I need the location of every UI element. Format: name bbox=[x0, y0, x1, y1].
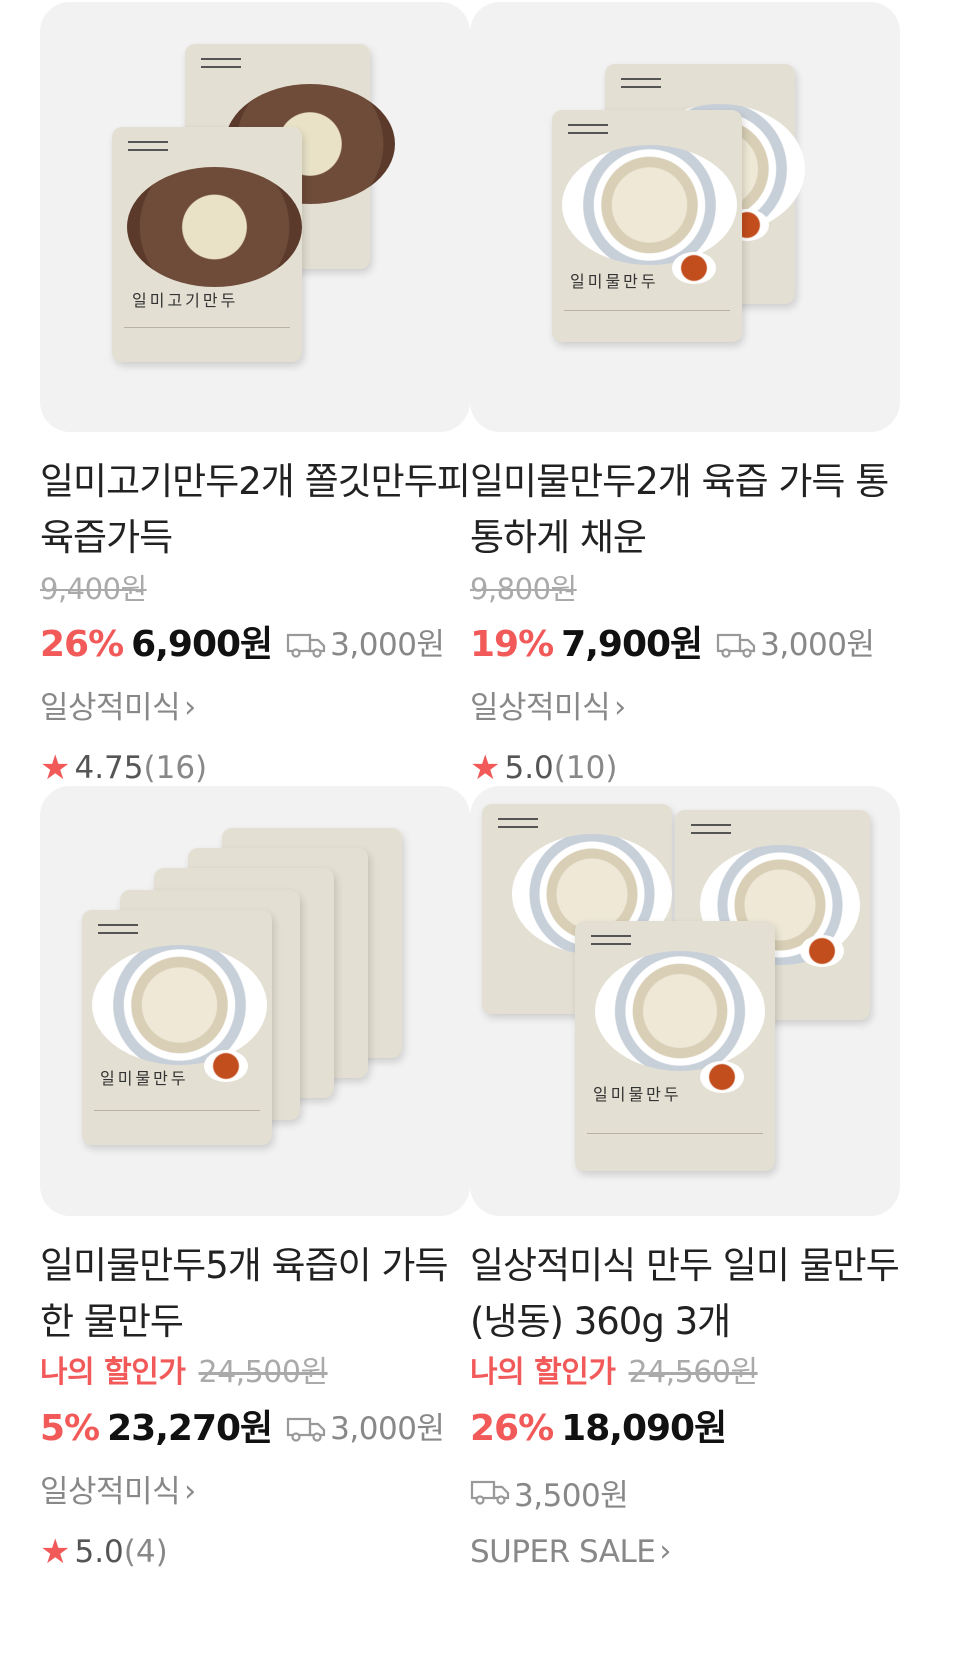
seller-name: 일상적미식 bbox=[40, 690, 181, 726]
product-image[interactable]: 일미물만두 bbox=[40, 786, 470, 1216]
review-count: (10) bbox=[553, 750, 618, 786]
price-row: 26% 18,090원 bbox=[470, 1396, 900, 1462]
seller-link[interactable]: 일상적미식 › bbox=[40, 678, 470, 738]
rating-score: 5.0 bbox=[74, 1534, 124, 1570]
truck-icon bbox=[287, 1417, 326, 1442]
product-image[interactable]: 일미고기만두 bbox=[40, 2, 470, 432]
rating-score: 5.0 bbox=[504, 750, 554, 786]
sale-price: 23,270원 bbox=[107, 1408, 273, 1449]
chevron-right-icon: › bbox=[184, 690, 196, 725]
price-row: 26% 6,900원 3,000원 bbox=[40, 612, 470, 678]
original-price: 9,800원 bbox=[470, 572, 577, 606]
pouch-front: 일미물만두 bbox=[575, 921, 775, 1171]
discount-rate: 19% bbox=[470, 624, 554, 665]
chevron-right-icon: › bbox=[614, 690, 626, 725]
sale-price: 18,090원 bbox=[561, 1408, 727, 1449]
rating: ★ 5.0 (4) bbox=[40, 1522, 470, 1582]
shipping-fee-value: 3,500원 bbox=[514, 1477, 629, 1514]
sale-price: 7,900원 bbox=[561, 624, 703, 665]
review-count: (16) bbox=[143, 750, 208, 786]
star-icon: ★ bbox=[40, 1532, 71, 1572]
review-count: (4) bbox=[123, 1534, 168, 1570]
seller-name: 일상적미식 bbox=[470, 690, 611, 726]
my-deal-row: 나의 할인가 24,500원 bbox=[40, 1350, 470, 1396]
product-card[interactable]: 일미고기만두 일미고기만두2개 쫄깃만두피 육즙가득 9,400원 26% 6,… bbox=[40, 2, 470, 798]
shipping-fee: 3,000원 bbox=[286, 1396, 445, 1462]
product-card[interactable]: 일미물만두 일미물만두2개 육즙 가득 통통하게 채운 9,800원 19% 7… bbox=[470, 2, 900, 798]
price-row: 5% 23,270원 3,000원 bbox=[40, 1396, 470, 1462]
product-title[interactable]: 일미고기만두2개 쫄깃만두피 육즙가득 bbox=[40, 454, 470, 566]
shipping-fee-value: 3,000원 bbox=[330, 627, 445, 663]
star-icon: ★ bbox=[470, 748, 501, 788]
truck-icon bbox=[717, 633, 756, 658]
sale-price: 6,900원 bbox=[131, 624, 273, 665]
seller-name: SUPER SALE bbox=[470, 1534, 656, 1570]
shipping-fee: 3,000원 bbox=[286, 612, 445, 678]
original-price: 24,500원 bbox=[198, 1355, 329, 1390]
product-title[interactable]: 일미물만두2개 육즙 가득 통통하게 채운 bbox=[470, 454, 900, 566]
product-image[interactable]: 일미물만두 bbox=[470, 786, 900, 1216]
seller-link[interactable]: 일상적미식 › bbox=[470, 678, 900, 738]
discount-rate: 26% bbox=[470, 1408, 554, 1449]
shipping-fee: 3,000원 bbox=[716, 612, 875, 678]
shipping-fee: 3,500원 bbox=[470, 1462, 900, 1522]
discount-rate: 26% bbox=[40, 624, 124, 665]
my-deal-row: 나의 할인가 24,560원 bbox=[470, 1350, 900, 1396]
my-deal-label: 나의 할인가 bbox=[40, 1355, 186, 1390]
product-title[interactable]: 일미물만두5개 육즙이 가득한 물만두 bbox=[40, 1238, 470, 1350]
discount-rate: 5% bbox=[40, 1408, 100, 1449]
truck-icon bbox=[470, 1480, 510, 1505]
star-icon: ★ bbox=[40, 748, 71, 788]
seller-link[interactable]: SUPER SALE › bbox=[470, 1522, 900, 1582]
original-price: 24,560원 bbox=[628, 1355, 759, 1390]
chevron-right-icon: › bbox=[659, 1534, 671, 1569]
product-image[interactable]: 일미물만두 bbox=[470, 2, 900, 432]
pouch-front: 일미물만두 bbox=[82, 910, 272, 1145]
pouch-front: 일미고기만두 bbox=[112, 127, 302, 362]
product-grid: 일미고기만두 일미고기만두2개 쫄깃만두피 육즙가득 9,400원 26% 6,… bbox=[0, 0, 968, 1668]
shipping-fee-value: 3,000원 bbox=[330, 1411, 445, 1447]
seller-name: 일상적미식 bbox=[40, 1474, 181, 1510]
pouch-front: 일미물만두 bbox=[552, 110, 742, 342]
my-deal-label: 나의 할인가 bbox=[470, 1355, 616, 1390]
seller-link[interactable]: 일상적미식 › bbox=[40, 1462, 470, 1522]
original-price: 9,400원 bbox=[40, 572, 147, 606]
rating-score: 4.75 bbox=[74, 750, 144, 786]
truck-icon bbox=[287, 633, 326, 658]
product-card[interactable]: 일미물만두 일상적미식 만두 일미 물만두 (냉동) 360g 3개 나의 할인… bbox=[470, 786, 900, 1582]
product-card[interactable]: 일미물만두 일미물만두5개 육즙이 가득한 물만두 나의 할인가 24,500원… bbox=[40, 786, 470, 1582]
chevron-right-icon: › bbox=[184, 1474, 196, 1509]
shipping-fee-value: 3,000원 bbox=[760, 627, 875, 663]
price-row: 19% 7,900원 3,000원 bbox=[470, 612, 900, 678]
product-title[interactable]: 일상적미식 만두 일미 물만두 (냉동) 360g 3개 bbox=[470, 1238, 900, 1350]
